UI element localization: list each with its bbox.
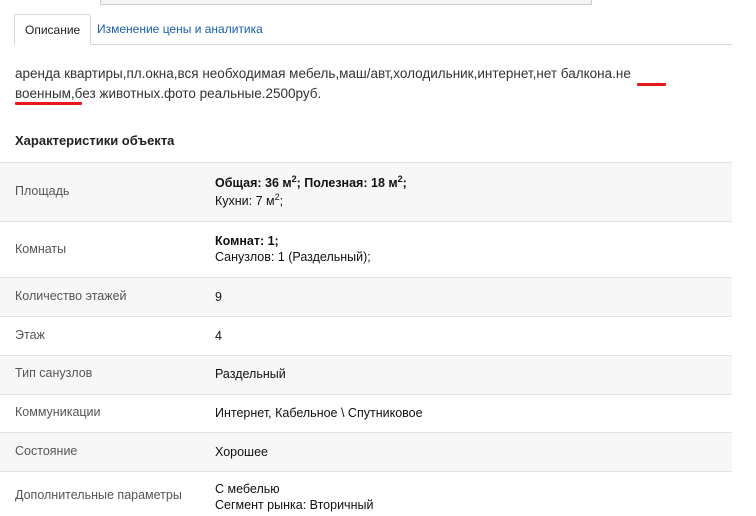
description-line-2: военным,без животных.фото реальные.2500р… [15, 86, 322, 101]
description-line-1: аренда квартиры,пл.окна,вся необходимая … [15, 66, 631, 81]
spec-value: Хорошее [215, 445, 268, 459]
tab-price-analytics[interactable]: Изменение цены и аналитика [87, 14, 273, 44]
spec-value: С мебелью Сегмент рынка: Вторичный [215, 482, 374, 512]
tab-description[interactable]: Описание [14, 14, 92, 45]
spec-label: Количество этажей [15, 289, 127, 303]
spec-row-floor: Этаж 4 [0, 316, 732, 355]
tab-bar: Описание Изменение цены и аналитика [14, 14, 732, 45]
spec-value: 4 [215, 329, 222, 343]
spec-row-communications: Коммуникации Интернет, Кабельное \ Спутн… [0, 394, 732, 432]
highlight-underline-2 [15, 102, 82, 105]
spec-value: Общая: 36 м2; Полезная: 18 м2; Кухни: 7 … [215, 174, 407, 209]
spec-row-rooms: Комнаты Комнат: 1; Санузлов: 1 (Раздельн… [0, 221, 732, 277]
top-panel-edge [100, 0, 592, 5]
spec-row-condition: Состояние Хорошее [0, 432, 732, 471]
spec-row-area: Площадь Общая: 36 м2; Полезная: 18 м2; К… [0, 162, 732, 221]
spec-label: Дополнительные параметры [15, 488, 182, 502]
spec-label: Комнаты [15, 242, 67, 256]
spec-value: Комнат: 1; Санузлов: 1 (Раздельный); [215, 234, 371, 264]
spec-row-bathroom-type: Тип санузлов Раздельный [0, 355, 732, 394]
spec-value: Раздельный [215, 367, 286, 381]
spec-value: 9 [215, 290, 222, 304]
spec-label: Коммуникации [15, 405, 101, 419]
description-text: аренда квартиры,пл.окна,вся необходимая … [15, 64, 705, 104]
spec-value: Интернет, Кабельное \ Спутниковое [215, 406, 423, 420]
spec-label: Площадь [15, 184, 70, 198]
spec-row-floors-count: Количество этажей 9 [0, 277, 732, 316]
spec-row-extra: Дополнительные параметры С мебелью Сегме… [0, 471, 732, 516]
highlight-underline-1 [637, 83, 666, 86]
section-title: Характеристики объекта [15, 133, 175, 148]
spec-label: Этаж [15, 328, 45, 342]
spec-label: Состояние [15, 444, 78, 458]
spec-label: Тип санузлов [15, 366, 93, 380]
